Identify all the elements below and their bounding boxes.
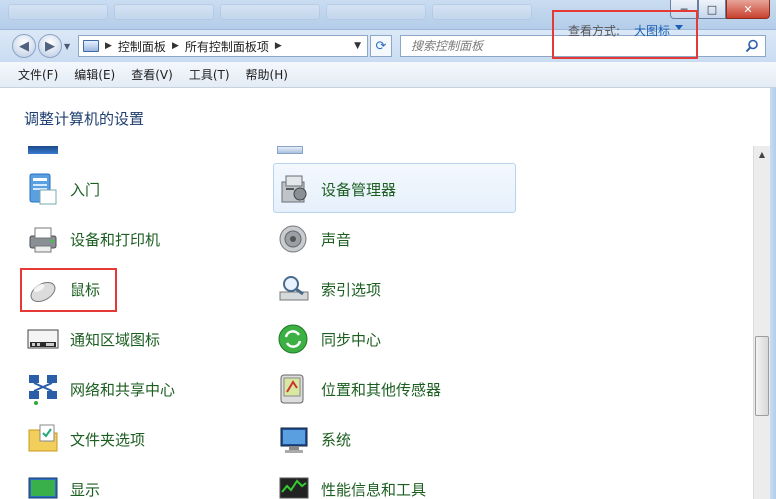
forward-button[interactable]: ▶ [38,34,62,58]
view-by-dropdown[interactable]: 大图标 [634,22,670,39]
partial-item-icon [28,146,58,154]
menu-file[interactable]: 文件(F) [10,66,66,83]
item-label: 索引选项 [321,281,382,299]
chevron-right-icon[interactable]: ▶ [172,41,179,51]
speaker-icon [279,225,307,253]
item-label: 显示 [70,481,101,499]
system-icon [280,427,308,453]
menu-view[interactable]: 查看(V) [123,66,181,83]
arrow-left-icon: ◀ [19,38,29,54]
item-label: 网络和共享中心 [70,381,176,399]
item-label: 声音 [321,231,352,249]
ghost-tab [432,4,532,20]
item-label: 位置和其他传感器 [321,381,442,399]
ghost-tab [326,4,426,20]
back-button[interactable]: ◀ [12,34,36,58]
control-panel-icon [83,40,99,52]
ghost-tab [220,4,320,20]
address-dropdown-icon[interactable]: ▼ [354,41,361,51]
sync-icon [278,324,308,354]
arrow-right-icon: ▶ [45,38,55,54]
control-panel-items: 入门 设备和打印机 鼠标 通知区域图标 网络和共享中心 文件夹选项 显示 设备管… [0,146,753,499]
item-display[interactable]: 显示 [26,466,226,499]
breadcrumb-all-items[interactable]: 所有控制面板项 [185,38,269,55]
indexing-icon [279,276,309,301]
view-by-chevron-down-icon[interactable] [675,25,683,30]
item-label: 同步中心 [321,331,382,349]
item-system[interactable]: 系统 [277,416,477,460]
menu-tools[interactable]: 工具(T) [181,66,238,83]
refresh-icon: ⟳ [375,38,387,54]
item-folder-options[interactable]: 文件夹选项 [26,416,226,460]
item-performance[interactable]: 性能信息和工具 [277,466,477,499]
item-label: 文件夹选项 [70,431,146,449]
menu-help[interactable]: 帮助(H) [238,66,296,83]
item-label: 系统 [321,431,352,449]
display-icon [28,477,58,499]
view-by-label: 查看方式: [568,24,621,38]
mouse-highlight-box [20,268,117,312]
item-location-sensors[interactable]: 位置和其他传感器 [277,366,477,410]
notification-area-icon [27,329,59,349]
page-title: 调整计算机的设置 [24,110,145,128]
item-label: 设备管理器 [321,181,397,199]
folder-options-icon [28,424,58,452]
scroll-up-icon[interactable]: ▲ [754,146,770,163]
menu-bar: 文件(F) 编辑(E) 查看(V) 工具(T) 帮助(H) [0,62,776,88]
taskbar-ghost-tabs [8,4,532,20]
refresh-button[interactable]: ⟳ [370,35,392,57]
partial-item-icon [277,146,303,154]
location-sensor-icon [280,374,304,404]
chevron-right-icon[interactable]: ▶ [275,41,282,51]
scrollbar-thumb[interactable] [755,336,769,416]
item-devices-printers[interactable]: 设备和打印机 [26,216,226,260]
item-sound[interactable]: 声音 [277,216,477,260]
performance-icon [279,477,309,499]
chevron-right-icon[interactable]: ▶ [105,41,112,51]
item-sync-center[interactable]: 同步中心 [277,316,477,360]
vertical-scrollbar[interactable]: ▲ [753,146,770,499]
menu-edit[interactable]: 编辑(E) [66,66,123,83]
content-header: 调整计算机的设置 [0,88,776,146]
device-manager-icon [281,175,307,203]
close-button[interactable]: ✕ [726,0,770,19]
item-getting-started[interactable]: 入门 [26,166,226,210]
ghost-tab [114,4,214,20]
window-frame-right [770,88,776,499]
network-icon [29,375,57,405]
item-network-sharing[interactable]: 网络和共享中心 [26,366,226,410]
item-label: 性能信息和工具 [321,481,427,499]
item-label: 通知区域图标 [70,331,161,349]
item-label: 设备和打印机 [70,231,161,249]
getting-started-icon [29,173,57,205]
maximize-button[interactable]: □ [698,0,726,19]
printer-icon [29,227,57,253]
item-device-manager[interactable]: 设备管理器 [273,163,516,213]
address-bar[interactable]: ▶ 控制面板 ▶ 所有控制面板项 ▶ ▼ [78,35,368,57]
item-label: 入门 [70,181,101,199]
search-icon[interactable] [745,39,759,53]
breadcrumb-control-panel[interactable]: 控制面板 [118,38,166,55]
recent-pages-dropdown[interactable]: ▼ [64,42,70,51]
item-indexing-options[interactable]: 索引选项 [277,266,477,310]
item-notification-icons[interactable]: 通知区域图标 [26,316,226,360]
ghost-tab [8,4,108,20]
